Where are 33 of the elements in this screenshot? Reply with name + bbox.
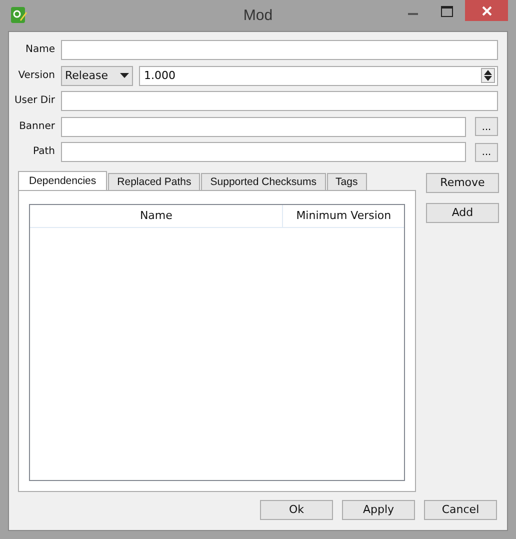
column-header[interactable]: Minimum Version <box>283 204 404 226</box>
browse-button[interactable]: ... <box>475 142 498 162</box>
version-spinbox[interactable]: 1.000 <box>139 66 498 86</box>
dropdown-arrow-icon <box>120 73 129 78</box>
window-title: Mod <box>242 7 274 24</box>
input-field[interactable] <box>61 142 466 162</box>
tab[interactable]: Tags <box>326 172 367 190</box>
tab[interactable]: Supported Checksums <box>201 172 326 190</box>
action-button[interactable]: Remove <box>426 172 499 192</box>
input-field[interactable] <box>61 116 466 136</box>
release-dropdown[interactable]: Release <box>61 66 133 86</box>
field-label: Path <box>32 145 55 159</box>
input-field[interactable] <box>61 40 498 60</box>
down-arrow-icon[interactable] <box>483 76 493 81</box>
field-label: User Dir <box>13 94 55 108</box>
field-label: Version <box>17 68 55 82</box>
input-field[interactable] <box>61 91 498 111</box>
field-label: Banner <box>18 120 55 134</box>
dialog-button[interactable]: Ok <box>260 500 333 520</box>
tab[interactable]: Replaced Paths <box>108 172 200 190</box>
browse-button[interactable]: ... <box>475 117 498 136</box>
tab[interactable]: Dependencies <box>18 170 108 190</box>
action-button[interactable]: Add <box>426 202 499 222</box>
field-label: Name <box>24 43 55 57</box>
close-button[interactable] <box>465 0 508 21</box>
close-icon <box>482 6 492 16</box>
up-arrow-icon[interactable] <box>483 70 493 75</box>
maximize-icon[interactable] <box>441 6 453 17</box>
column-header[interactable]: Name <box>30 204 284 226</box>
dialog-button[interactable]: Apply <box>342 500 415 520</box>
minimize-icon[interactable] <box>408 12 420 16</box>
dialog-button[interactable]: Cancel <box>424 500 497 520</box>
app-icon <box>10 6 28 24</box>
